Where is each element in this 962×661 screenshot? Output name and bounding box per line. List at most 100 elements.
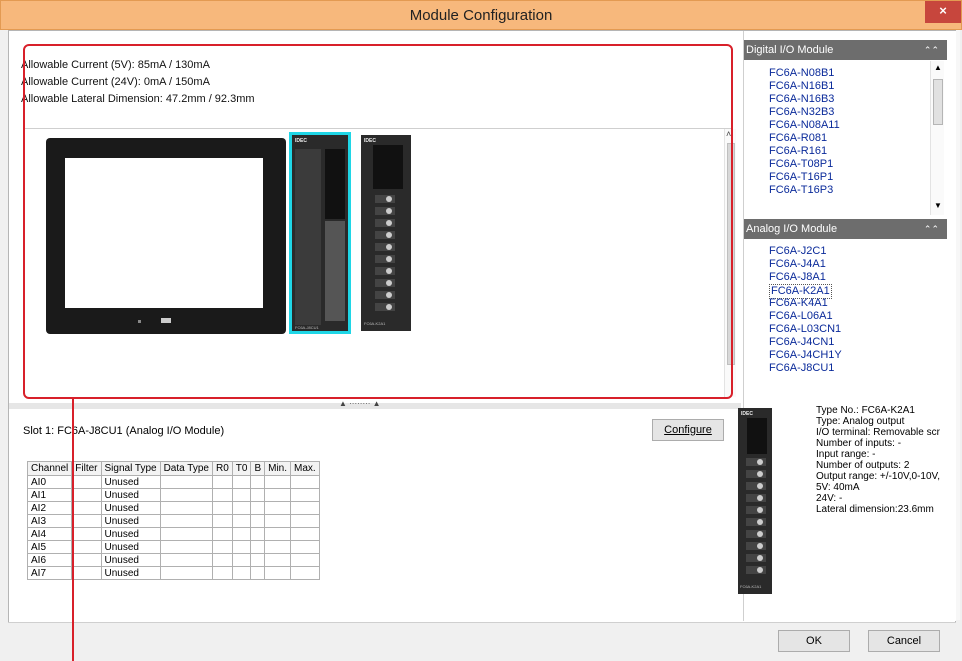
table-cell: AI3 — [26, 514, 73, 528]
table-cell — [71, 566, 102, 580]
list-item[interactable]: FC6A-J4CH1Y — [769, 349, 842, 362]
table-cell — [71, 553, 102, 567]
list-item[interactable]: FC6A-J4A1 — [769, 258, 842, 271]
list-item[interactable]: FC6A-T16P3 — [769, 184, 840, 197]
table-cell — [290, 540, 320, 554]
col-filter: Filter — [71, 461, 102, 476]
table-cell — [211, 566, 233, 580]
splitter[interactable]: ▲ ········ ▲ — [9, 399, 741, 409]
table-cell — [231, 527, 252, 541]
desc-output-range: Output range: +/-10V,0-10V, — [816, 471, 941, 482]
list-item[interactable]: FC6A-N16B1 — [769, 80, 840, 93]
scroll-up-icon[interactable]: ▲ — [934, 63, 942, 72]
table-cell — [159, 501, 213, 515]
list-item[interactable]: FC6A-J8CU1 — [769, 362, 842, 375]
table-cell — [231, 488, 252, 502]
cancel-button[interactable]: Cancel — [868, 630, 940, 652]
list-item[interactable]: FC6A-N32B3 — [769, 106, 840, 119]
table-cell — [264, 501, 292, 515]
digital-section-title: Digital I/O Module — [746, 44, 834, 56]
table-cell — [159, 488, 213, 502]
desc-lateral: Lateral dimension:23.6mm — [816, 504, 934, 515]
list-item[interactable]: FC6A-J8A1 — [769, 271, 842, 284]
desc-terminal: I/O terminal: Removable scr — [816, 427, 940, 438]
table-cell — [71, 488, 102, 502]
table-cell — [159, 566, 213, 580]
list-item[interactable]: FC6A-N08B1 — [769, 67, 840, 80]
list-item[interactable]: FC6A-L03CN1 — [769, 323, 842, 336]
table-cell — [71, 514, 102, 528]
title-bar: Module Configuration × — [0, 0, 962, 30]
table-cell: Unused — [100, 501, 161, 515]
table-cell — [250, 488, 266, 502]
configure-button[interactable]: Configure — [652, 419, 724, 441]
table-cell: Unused — [100, 488, 161, 502]
desc-5v: 5V: 40mA — [816, 482, 860, 493]
table-cell: AI7 — [26, 566, 73, 580]
ok-button[interactable]: OK — [778, 630, 850, 652]
list-item[interactable]: FC6A-T08P1 — [769, 158, 840, 171]
desc-type-no: Type No.: FC6A-K2A1 — [816, 405, 915, 416]
list-item[interactable]: FC6A-N08A11 — [769, 119, 840, 132]
table-cell: AI2 — [26, 501, 73, 515]
table-cell — [211, 553, 233, 567]
table-cell — [159, 514, 213, 528]
list-item[interactable]: FC6A-J4CN1 — [769, 336, 842, 349]
collapse-icon[interactable]: ⌃⌃ — [924, 219, 939, 239]
desc-outputs: Number of outputs: 2 — [816, 460, 910, 471]
table-cell — [211, 501, 233, 515]
table-cell — [264, 553, 292, 567]
scroll-down-icon[interactable]: ▼ — [934, 201, 942, 210]
table-cell: AI6 — [26, 553, 73, 567]
col-b: B — [250, 461, 266, 476]
list-item[interactable]: FC6A-R081 — [769, 132, 840, 145]
list-item[interactable]: FC6A-T16P1 — [769, 171, 840, 184]
table-cell — [290, 475, 320, 489]
table-cell — [159, 553, 213, 567]
highlight-rectangle — [23, 44, 733, 399]
col-signal-type: Signal Type — [100, 461, 161, 476]
table-cell — [231, 514, 252, 528]
digital-list-scrollbar[interactable]: ▲ ▼ — [930, 61, 944, 215]
table-cell — [264, 527, 292, 541]
table-cell — [290, 514, 320, 528]
table-cell — [231, 475, 252, 489]
table-cell — [250, 514, 266, 528]
table-cell — [159, 540, 213, 554]
table-cell — [250, 501, 266, 515]
list-item[interactable]: FC6A-J2C1 — [769, 245, 842, 258]
desc-24v: 24V: - — [816, 493, 843, 504]
table-cell — [71, 501, 102, 515]
scrollbar-thumb[interactable] — [933, 79, 943, 125]
analog-module-list: FC6A-J2C1 FC6A-J4A1 FC6A-J8A1 FC6A-K2A1 … — [769, 245, 842, 375]
table-cell — [250, 475, 266, 489]
list-item-selected[interactable]: FC6A-K2A1 — [769, 284, 842, 299]
col-min: Min. — [264, 461, 292, 476]
analog-section-header[interactable]: Analog I/O Module ⌃⌃ — [744, 219, 947, 239]
digital-section-header[interactable]: Digital I/O Module ⌃⌃ — [744, 40, 947, 60]
table-cell: AI4 — [26, 527, 73, 541]
table-cell — [250, 540, 266, 554]
dialog-body: Allowable Current (5V): 85mA / 130mA All… — [8, 30, 956, 654]
channel-table: Channel Filter Signal Type Data Type R0 … — [26, 461, 320, 580]
table-cell: AI0 — [26, 475, 73, 489]
splitter-grip-icon[interactable]: ▲ ········ ▲ — [339, 399, 381, 408]
table-cell — [231, 501, 252, 515]
table-cell — [211, 514, 233, 528]
table-cell — [264, 540, 292, 554]
list-item[interactable]: FC6A-N16B3 — [769, 93, 840, 106]
list-item[interactable]: FC6A-R161 — [769, 145, 840, 158]
list-item[interactable]: FC6A-L06A1 — [769, 310, 842, 323]
close-button[interactable]: × — [925, 1, 961, 23]
table-cell — [211, 488, 233, 502]
table-cell — [250, 527, 266, 541]
table-cell: AI1 — [26, 488, 73, 502]
collapse-icon[interactable]: ⌃⌃ — [924, 40, 939, 60]
table-cell: AI5 — [26, 540, 73, 554]
col-data-type: Data Type — [159, 461, 213, 476]
table-cell: Unused — [100, 540, 161, 554]
table-cell: Unused — [100, 566, 161, 580]
table-cell — [71, 527, 102, 541]
analog-section-title: Analog I/O Module — [746, 223, 838, 235]
table-cell — [290, 501, 320, 515]
